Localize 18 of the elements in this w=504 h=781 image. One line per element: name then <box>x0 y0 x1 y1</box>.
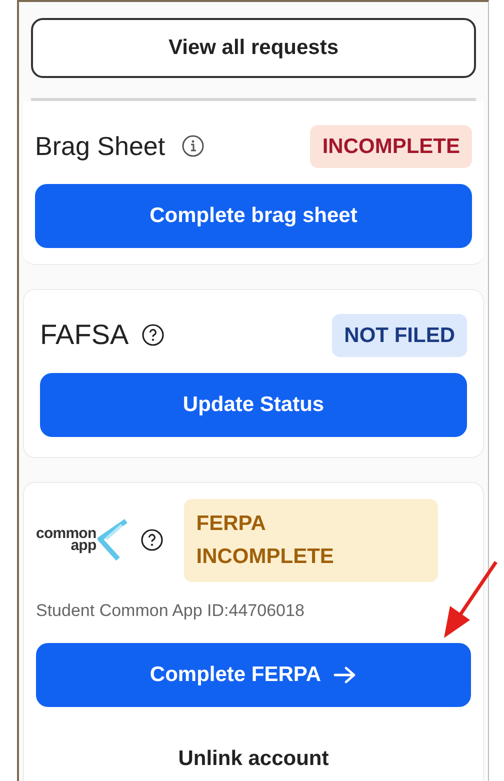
status-badge: INCOMPLETE <box>310 124 472 168</box>
status-badge: NOT FILED <box>332 314 467 357</box>
primary-button[interactable]: Update Status <box>40 373 467 436</box>
card-title: Brag Sheet <box>35 130 166 163</box>
account-id-text: Student Common App ID:44706018 <box>36 600 306 622</box>
logo-text: app <box>70 540 96 552</box>
primary-button[interactable]: Complete brag sheet <box>35 184 472 248</box>
logo-text: common <box>36 528 96 540</box>
help-icon[interactable] <box>140 528 164 552</box>
help-icon[interactable] <box>140 323 165 348</box>
info-icon[interactable] <box>181 134 206 158</box>
unlink-account-button[interactable]: Unlink account <box>178 742 329 774</box>
arrow-right-icon <box>333 664 358 685</box>
card-title: FAFSA <box>40 318 129 352</box>
status-badge: FERPA INCOMPLETE <box>184 498 438 582</box>
logo-mark-icon <box>96 517 128 564</box>
primary-button[interactable]: Complete FERPA <box>36 643 471 707</box>
view-all-requests-button[interactable]: View all requests <box>31 18 476 78</box>
